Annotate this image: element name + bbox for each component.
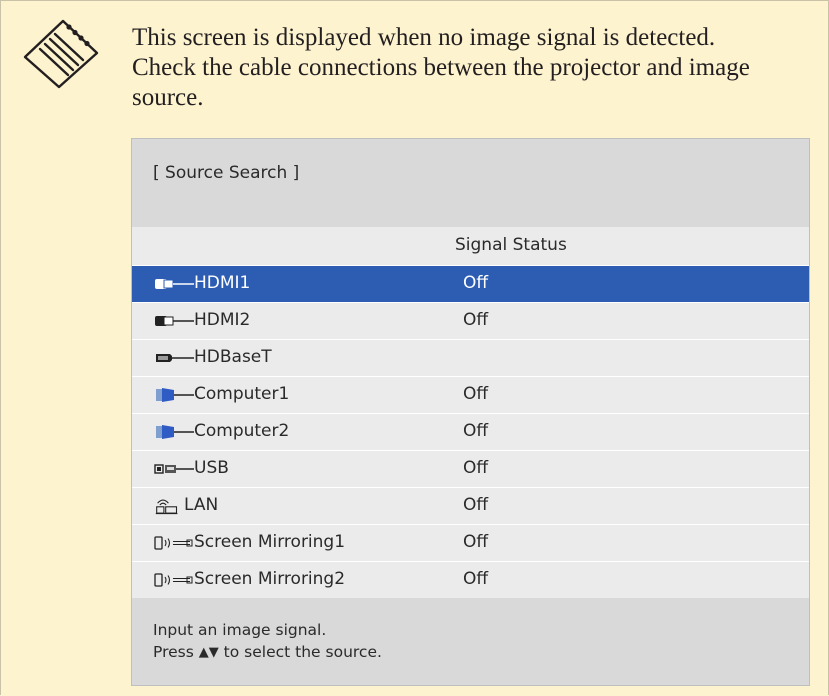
help-text: Input an image signal. Press ▲▼ to selec… <box>153 619 382 664</box>
source-label: Screen Mirroring1 <box>194 532 346 552</box>
source-status: Off <box>463 495 489 515</box>
source-list: Signal Status HDMI1 Off HDMI2 Off HDBase… <box>132 227 809 598</box>
up-down-arrows-icon: ▲▼ <box>198 645 219 660</box>
source-label: Computer2 <box>194 421 290 441</box>
source-row-computer1[interactable]: Computer1 Off <box>132 377 809 414</box>
source-label: USB <box>194 458 229 478</box>
usb-icon <box>154 464 194 474</box>
source-label: HDMI2 <box>194 310 251 330</box>
help-line: Input an image signal. <box>153 621 327 639</box>
source-label: LAN <box>184 495 219 515</box>
source-row-screen-mirroring1[interactable]: Screen Mirroring1 Off <box>132 525 809 562</box>
source-label: HDBaseT <box>194 347 272 367</box>
source-status: Off <box>463 384 489 404</box>
hdbaset-icon <box>156 354 194 362</box>
source-row-computer2[interactable]: Computer2 Off <box>132 414 809 451</box>
source-label: Computer1 <box>194 384 290 404</box>
help-line-press: Press <box>153 643 194 661</box>
vga-icon <box>156 425 194 439</box>
source-label: HDMI1 <box>194 273 251 293</box>
source-status: Off <box>463 421 489 441</box>
screen-title: [ Source Search ] <box>153 163 300 183</box>
note-box: This screen is displayed when no image s… <box>0 0 829 695</box>
signal-status-header: Signal Status <box>455 235 567 255</box>
source-status: Off <box>463 569 489 589</box>
hdmi-icon <box>155 279 194 289</box>
notepad-icon <box>23 19 99 89</box>
note-line: source. <box>132 84 204 111</box>
screen-mirroring-icon <box>154 573 193 587</box>
source-status: Off <box>463 273 489 293</box>
source-row-screen-mirroring2[interactable]: Screen Mirroring2 Off <box>132 562 809 598</box>
screen-mirroring-icon <box>154 536 193 550</box>
source-label: Screen Mirroring2 <box>194 569 346 589</box>
note-text: This screen is displayed when no image s… <box>132 23 812 113</box>
list-header: Signal Status <box>132 227 809 266</box>
vga-icon <box>156 388 194 402</box>
source-status: Off <box>463 458 489 478</box>
hdmi-icon <box>155 316 194 326</box>
source-row-hdmi2[interactable]: HDMI2 Off <box>132 303 809 340</box>
note-line: This screen is displayed when no image s… <box>132 24 716 51</box>
help-line-select: to select the source. <box>223 643 382 661</box>
note-line: Check the cable connections between the … <box>132 54 750 81</box>
source-row-lan[interactable]: LAN Off <box>132 488 809 525</box>
source-row-usb[interactable]: USB Off <box>132 451 809 488</box>
source-row-hdbaset[interactable]: HDBaseT <box>132 340 809 377</box>
source-status: Off <box>463 532 489 552</box>
source-search-screen: [ Source Search ] Signal Status HDMI1 Of… <box>131 138 810 686</box>
source-status: Off <box>463 310 489 330</box>
source-row-hdmi1[interactable]: HDMI1 Off <box>132 266 809 303</box>
